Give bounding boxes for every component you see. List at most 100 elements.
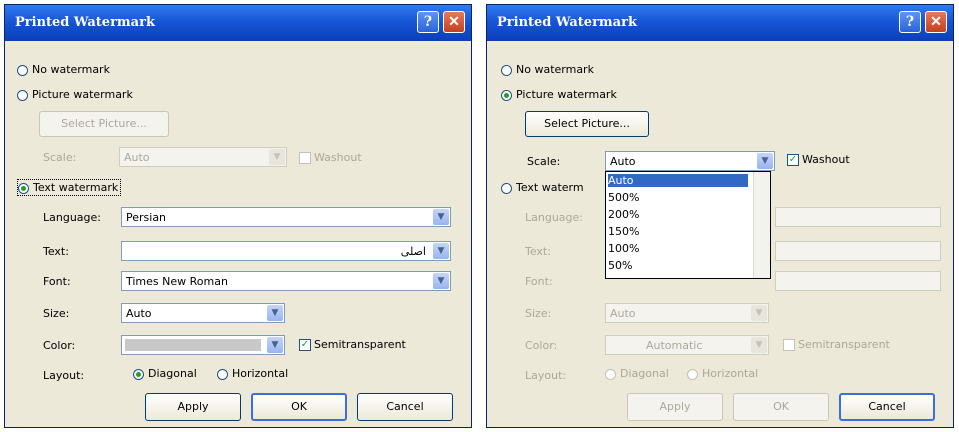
size-select[interactable]: Auto ▼ <box>605 303 769 323</box>
ok-button[interactable]: OK <box>733 393 829 421</box>
text-watermark-label: Text waterm <box>516 181 584 194</box>
scale-option[interactable]: 200% <box>608 208 639 221</box>
text-watermark-label: Text watermark <box>33 181 119 194</box>
scale-value: Auto <box>124 151 150 164</box>
layout-label: Layout: <box>43 369 85 382</box>
text-select[interactable] <box>775 241 941 261</box>
washout-option[interactable]: ✓ Washout <box>787 153 850 166</box>
chevron-down-icon[interactable]: ▼ <box>433 273 449 289</box>
washout-label: Washout <box>314 151 362 164</box>
select-picture-button[interactable]: Select Picture... <box>39 111 169 137</box>
semitransparent-label: Semitransparent <box>314 338 406 351</box>
scale-option[interactable]: Auto <box>608 174 748 187</box>
horizontal-option[interactable]: Horizontal <box>687 367 758 380</box>
text-watermark-option[interactable]: Text waterm <box>501 181 584 194</box>
checkmark-icon[interactable]: ✓ <box>299 339 311 351</box>
picture-watermark-option[interactable]: Picture watermark <box>17 88 133 101</box>
diagonal-option[interactable]: Diagonal <box>605 367 669 380</box>
picture-watermark-label: Picture watermark <box>32 88 133 101</box>
color-select[interactable]: ▼ <box>121 335 285 355</box>
semitransparent-label: Semitransparent <box>798 338 890 351</box>
cancel-button[interactable]: Cancel <box>357 393 453 421</box>
radio-icon[interactable] <box>501 64 512 76</box>
horizontal-option[interactable]: Horizontal <box>217 367 288 380</box>
checkmark-icon[interactable]: ✓ <box>787 154 799 166</box>
radio-icon[interactable] <box>133 368 144 380</box>
size-label: Size: <box>525 307 552 320</box>
scale-dropdown-list[interactable]: Auto 500% 200% 150% 100% 50% <box>605 171 771 279</box>
help-button[interactable]: ? <box>417 11 439 33</box>
cancel-button[interactable]: Cancel <box>839 393 935 421</box>
apply-button[interactable]: Apply <box>627 393 723 421</box>
no-watermark-option[interactable]: No watermark <box>17 63 110 76</box>
chevron-down-icon[interactable]: ▼ <box>751 337 767 353</box>
scale-select[interactable]: Auto ▼ <box>119 147 287 167</box>
radio-icon[interactable] <box>605 368 616 380</box>
dialog-title: Printed Watermark <box>15 15 155 30</box>
radio-icon[interactable] <box>501 182 512 194</box>
scale-label: Scale: <box>527 155 561 168</box>
no-watermark-label: No watermark <box>516 63 594 76</box>
picture-watermark-option[interactable]: Picture watermark <box>501 88 617 101</box>
chevron-down-icon[interactable]: ▼ <box>433 209 449 225</box>
chevron-down-icon[interactable]: ▼ <box>751 305 767 321</box>
apply-button[interactable]: Apply <box>145 393 241 421</box>
font-value: Times New Roman <box>126 275 228 288</box>
text-label: Text: <box>43 245 69 258</box>
color-label: Color: <box>43 339 76 352</box>
text-value: اصلی <box>400 245 426 258</box>
no-watermark-option[interactable]: No watermark <box>501 63 594 76</box>
scale-option[interactable]: 50% <box>608 259 632 272</box>
no-watermark-label: No watermark <box>32 63 110 76</box>
scale-value: Auto <box>610 155 636 168</box>
printed-watermark-dialog-right: Printed Watermark ? ✕ No watermark Pictu… <box>486 4 954 428</box>
close-button[interactable]: ✕ <box>925 11 947 33</box>
diagonal-option[interactable]: Diagonal <box>133 367 197 380</box>
font-select[interactable] <box>775 271 941 291</box>
printed-watermark-dialog-left: Printed Watermark ? ✕ No watermark Pictu… <box>4 4 472 428</box>
chevron-down-icon[interactable]: ▼ <box>433 243 449 259</box>
ok-button[interactable]: OK <box>251 393 347 421</box>
size-select[interactable]: Auto ▼ <box>121 303 285 323</box>
size-value: Auto <box>126 307 152 320</box>
text-select[interactable]: اصلی ▼ <box>121 241 451 261</box>
radio-icon[interactable] <box>17 89 28 101</box>
semitransparent-option[interactable]: Semitransparent <box>783 338 890 351</box>
radio-icon[interactable] <box>687 368 698 380</box>
language-select[interactable] <box>775 207 941 227</box>
close-button[interactable]: ✕ <box>443 11 465 33</box>
dialog-title: Printed Watermark <box>497 15 637 30</box>
scale-option[interactable]: 500% <box>608 191 639 204</box>
chevron-down-icon[interactable]: ▼ <box>267 305 283 321</box>
washout-option[interactable]: Washout <box>299 151 362 164</box>
radio-icon[interactable] <box>18 182 29 194</box>
language-select[interactable]: Persian ▼ <box>121 207 451 227</box>
chevron-down-icon[interactable]: ▼ <box>757 153 773 169</box>
chevron-down-icon[interactable]: ▼ <box>267 337 283 353</box>
color-value: Automatic <box>646 339 703 352</box>
checkbox-icon[interactable] <box>299 152 311 164</box>
title-bar[interactable]: Printed Watermark ? ✕ <box>5 5 471 41</box>
chevron-down-icon[interactable]: ▼ <box>269 149 285 165</box>
scale-select[interactable]: Auto ▼ <box>605 151 775 171</box>
color-label: Color: <box>525 339 558 352</box>
text-watermark-option[interactable]: Text watermark <box>17 179 122 196</box>
radio-icon[interactable] <box>17 64 28 76</box>
help-button[interactable]: ? <box>899 11 921 33</box>
checkbox-icon[interactable] <box>783 339 795 351</box>
language-value: Persian <box>126 211 167 224</box>
list-scrollbar[interactable] <box>753 172 770 278</box>
scale-option[interactable]: 150% <box>608 225 639 238</box>
picture-watermark-label: Picture watermark <box>516 88 617 101</box>
semitransparent-option[interactable]: ✓ Semitransparent <box>299 338 406 351</box>
language-label: Language: <box>43 211 101 224</box>
title-bar[interactable]: Printed Watermark ? ✕ <box>487 5 953 41</box>
font-select[interactable]: Times New Roman ▼ <box>121 271 451 291</box>
font-label: Font: <box>43 275 71 288</box>
select-picture-button[interactable]: Select Picture... <box>525 111 649 137</box>
font-label: Font: <box>525 275 553 288</box>
color-select[interactable]: Automatic ▼ <box>605 335 769 355</box>
scale-option[interactable]: 100% <box>608 242 639 255</box>
radio-icon[interactable] <box>501 89 512 101</box>
radio-icon[interactable] <box>217 368 228 380</box>
